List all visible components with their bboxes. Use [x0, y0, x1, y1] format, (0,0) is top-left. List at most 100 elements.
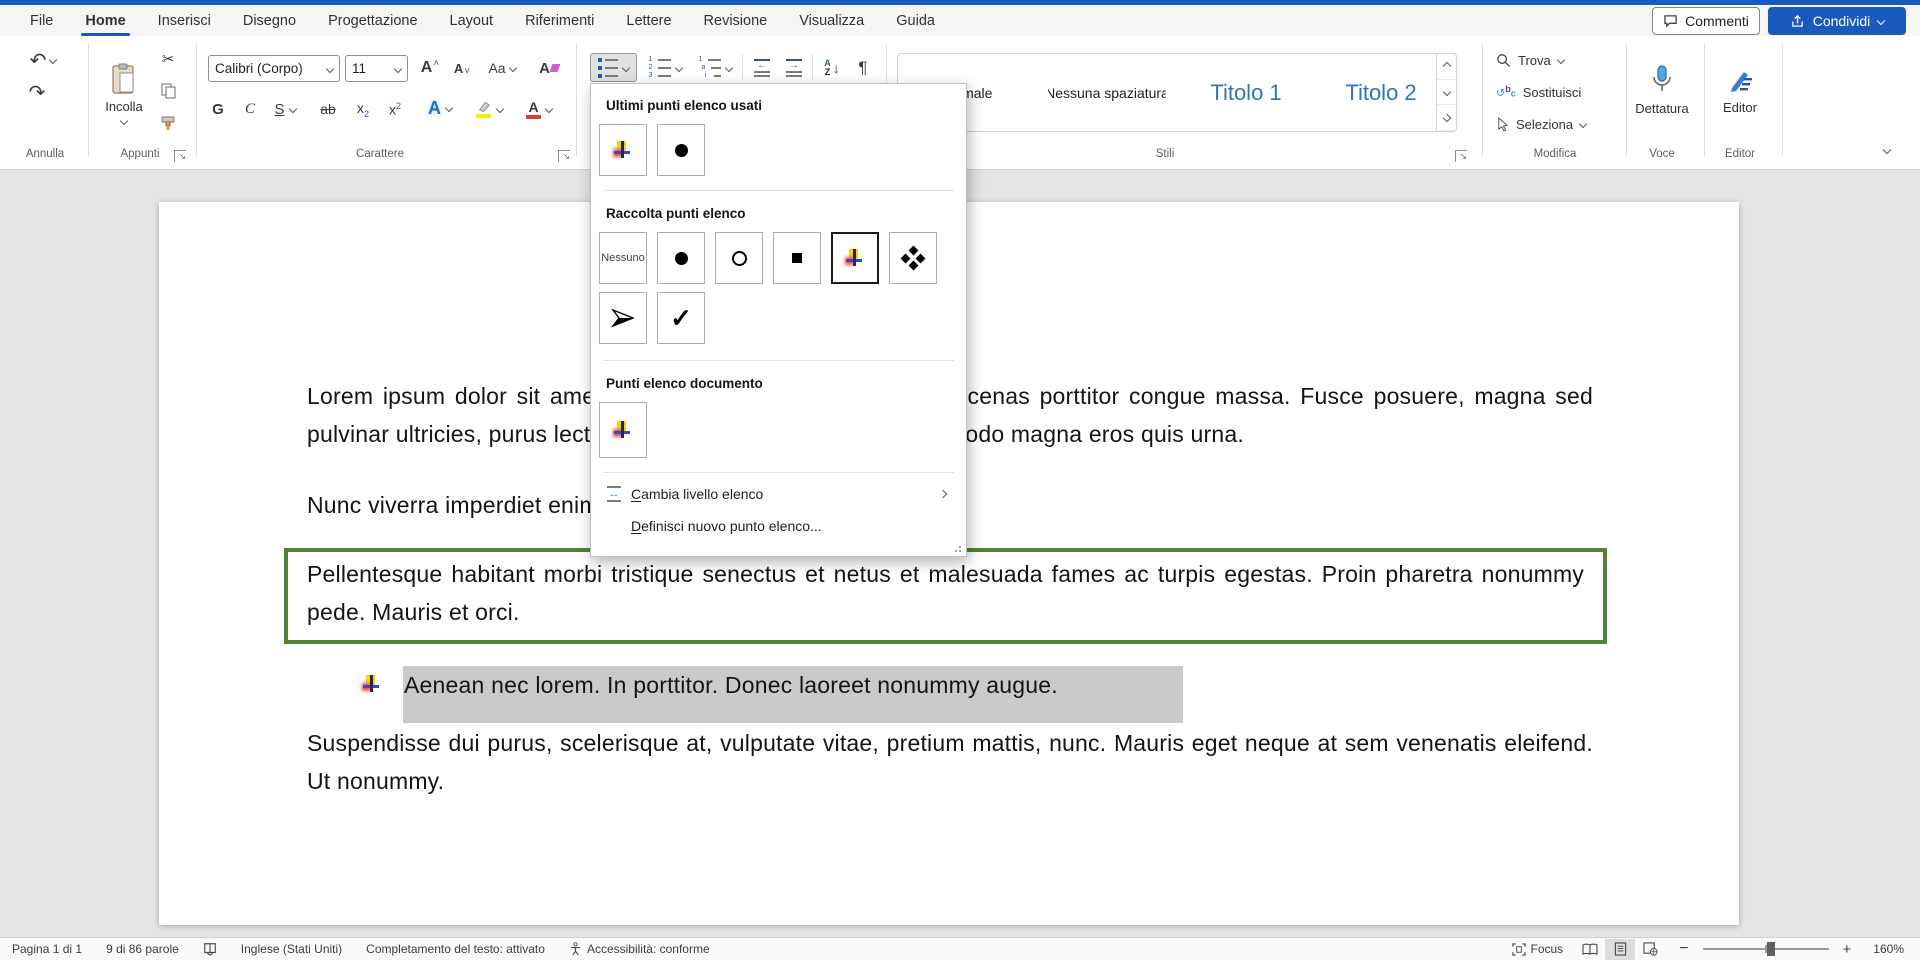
tab-layout[interactable]: Layout [434, 5, 510, 36]
clipboard-dialog-launcher[interactable]: ↘ [174, 150, 186, 162]
change-case-button[interactable]: Aa [482, 55, 522, 81]
library-bullet-filled-circle[interactable] [657, 232, 705, 284]
decrease-indent-button[interactable]: ← [748, 53, 776, 82]
style-item-titolo-1[interactable]: Titolo 1 [1186, 54, 1306, 131]
shrink-font-button[interactable]: A˅ [448, 55, 476, 81]
highlight-color-button[interactable] [468, 94, 510, 124]
select-button[interactable]: Seleziona [1496, 112, 1616, 136]
style-item-nessuna-spaziatura[interactable]: Nessuna spaziatura [1048, 54, 1166, 131]
style-item-titolo-2[interactable]: Titolo 2 [1326, 54, 1436, 131]
tab-visualizza[interactable]: Visualizza [783, 5, 880, 36]
font-name-combo[interactable]: Calibri (Corpo) [208, 55, 340, 82]
zoom-out-button[interactable]: − [1665, 938, 1692, 960]
accessibility-indicator[interactable]: Accessibilità: conforme [557, 938, 722, 960]
show-paragraph-marks-button[interactable]: ¶ [850, 53, 876, 82]
change-list-level-item[interactable]: ↔ Cambia livello elenco [595, 478, 962, 510]
tab-file[interactable]: File [14, 5, 69, 36]
increase-indent-button[interactable]: → [780, 53, 808, 82]
share-button[interactable]: Condividi [1768, 7, 1906, 35]
dictate-button[interactable]: Dettatura [1630, 48, 1694, 132]
editor-button[interactable]: Editor [1710, 48, 1770, 132]
library-bullet-four-diamonds[interactable] [889, 232, 937, 284]
italic-button[interactable]: C [238, 96, 262, 122]
library-bullet-custom-selected[interactable] [831, 232, 879, 284]
chevron-down-icon [724, 63, 732, 71]
read-mode-button[interactable] [1575, 939, 1605, 960]
library-bullet-hollow-circle[interactable] [715, 232, 763, 284]
zoom-slider[interactable] [1703, 948, 1829, 950]
format-painter-button[interactable] [156, 112, 180, 134]
bullets-button[interactable] [590, 53, 637, 82]
tab-revisione[interactable]: Revisione [688, 5, 784, 36]
replace-icon: ↺bc [1496, 85, 1516, 100]
bold-button[interactable]: G [206, 96, 230, 122]
tab-home[interactable]: Home [69, 5, 141, 36]
focus-mode-button[interactable]: Focus [1500, 938, 1576, 960]
cut-button[interactable]: ✂ [156, 48, 180, 70]
copy-button[interactable] [156, 80, 180, 102]
undo-group-label: Annulla [10, 148, 80, 160]
strikethrough-button[interactable]: ab [314, 96, 342, 122]
library-bullet-arrowhead[interactable] [599, 292, 647, 344]
arrowhead-bullet-icon [611, 308, 635, 328]
tab-guida[interactable]: Guida [880, 5, 951, 36]
multilevel-list-button[interactable]: 1 a i [694, 53, 736, 82]
redo-button[interactable]: ↷ [24, 80, 50, 104]
zoom-level[interactable]: 160% [1861, 938, 1920, 960]
editor-label: Editor [1723, 100, 1757, 115]
paragraph-5[interactable]: Suspendisse dui purus, scelerisque at, v… [307, 724, 1593, 800]
resize-grip[interactable] [953, 544, 961, 552]
paste-button[interactable]: Incolla [98, 46, 150, 140]
library-bullet-checkmark[interactable]: ✓ [657, 292, 705, 344]
library-bullet-filled-square[interactable] [773, 232, 821, 284]
bullet-list-item[interactable]: Aenean nec lorem. In porttitor. Donec la… [404, 666, 1304, 704]
proofing-status[interactable] [191, 938, 229, 960]
web-layout-button[interactable] [1635, 939, 1665, 960]
find-button[interactable]: Trova [1496, 48, 1606, 72]
subscript-button[interactable]: x2 [350, 96, 376, 122]
tab-riferimenti[interactable]: Riferimenti [509, 5, 610, 36]
undo-button[interactable]: ↶ [24, 48, 62, 72]
text-completion-indicator[interactable]: Completamento del testo: attivato [354, 938, 557, 960]
text-effects-button[interactable]: A [420, 94, 460, 122]
language-indicator[interactable]: Inglese (Stati Uniti) [229, 938, 354, 960]
page-indicator[interactable]: Pagina 1 di 1 [0, 938, 94, 960]
tab-progettazione[interactable]: Progettazione [312, 5, 433, 36]
comments-button[interactable]: Commenti [1652, 7, 1760, 35]
tab-lettere[interactable]: Lettere [610, 5, 687, 36]
tab-inserisci[interactable]: Inserisci [142, 5, 227, 36]
tab-disegno[interactable]: Disegno [227, 5, 312, 36]
styles-dialog-launcher[interactable]: ↘ [1455, 150, 1467, 162]
zoom-slider-thumb[interactable] [1767, 942, 1775, 956]
submenu-arrow-icon [939, 490, 947, 498]
clear-formatting-button[interactable]: A [534, 55, 564, 81]
styles-scroll-up[interactable] [1437, 54, 1456, 80]
replace-button[interactable]: ↺bc Sostituisci [1496, 80, 1616, 104]
bordered-paragraph[interactable]: Pellentesque habitant morbi tristique se… [284, 548, 1607, 644]
document-bullet-custom[interactable] [599, 402, 647, 458]
recent-bullet-custom[interactable] [599, 124, 647, 176]
print-layout-button[interactable] [1605, 939, 1635, 960]
chevron-down-icon [120, 116, 128, 124]
font-color-icon: A [526, 100, 541, 119]
grow-font-button[interactable]: A˄ [416, 55, 444, 81]
chevron-down-icon [622, 63, 630, 71]
define-new-bullet-item[interactable]: Definisci nuovo punto elenco... [595, 510, 962, 542]
recent-bullet-filled-circle[interactable] [657, 124, 705, 176]
superscript-button[interactable]: x2 [382, 96, 408, 122]
font-color-button[interactable]: A [518, 94, 560, 124]
styles-scroll-down[interactable] [1437, 80, 1456, 106]
underline-button[interactable]: S [268, 96, 302, 122]
sort-button[interactable]: AZ ↓ [816, 53, 848, 82]
scissors-icon: ✂ [162, 50, 175, 68]
chevron-down-icon [496, 105, 504, 113]
separator [603, 360, 954, 361]
word-count[interactable]: 9 di 86 parole [94, 938, 191, 960]
font-dialog-launcher[interactable]: ↘ [558, 150, 570, 162]
zoom-in-button[interactable]: + [1839, 938, 1862, 960]
library-bullet-none[interactable]: Nessuno [599, 232, 647, 284]
numbering-button[interactable]: 1 2 3 [644, 53, 686, 82]
collapse-ribbon-button[interactable] [1884, 140, 1890, 158]
font-size-combo[interactable]: 11 [345, 55, 408, 82]
styles-gallery-expand[interactable] [1437, 105, 1456, 131]
